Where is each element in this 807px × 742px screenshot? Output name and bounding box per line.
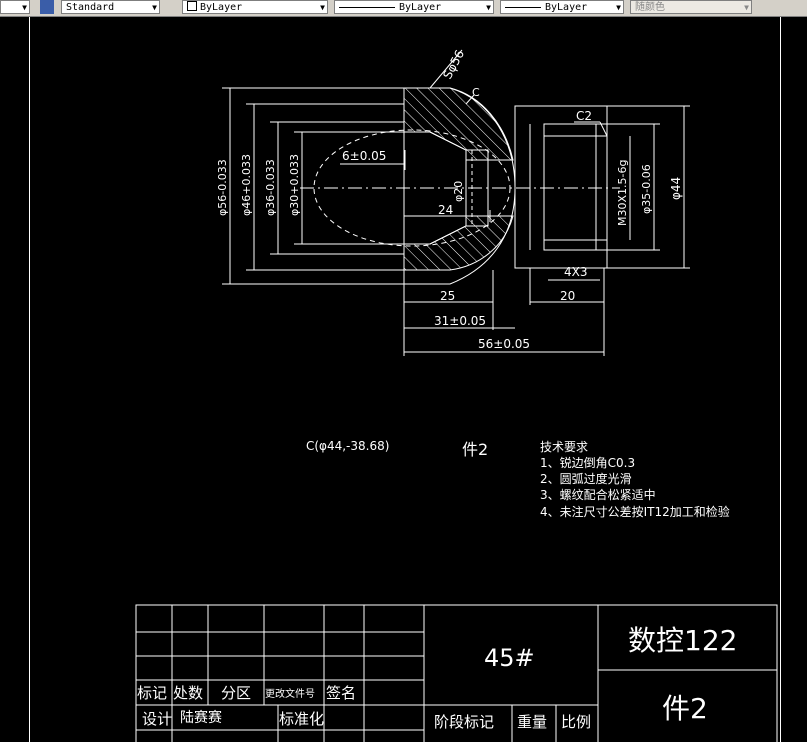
tb-count: 处数	[173, 684, 203, 702]
tb-docno: 更改文件号	[265, 687, 315, 700]
dim-6: 6±0.05	[342, 149, 386, 163]
tb-zone: 分区	[221, 684, 251, 702]
dim-d56: φ56-0.033	[216, 159, 229, 216]
dim-d36: φ36-0.033	[264, 159, 277, 216]
tb-stage-mark: 阶段标记	[434, 713, 494, 731]
tb-sign: 签名	[326, 684, 356, 702]
tb-designer: 陆赛赛	[180, 710, 222, 726]
tb-scale: 比例	[561, 713, 591, 731]
coordinate-label: C(φ44,-38.68)	[306, 439, 389, 453]
dim-20: 20	[560, 289, 575, 303]
dim-chamfer-c: C	[472, 86, 480, 99]
thread-section	[543, 123, 608, 251]
dim-sphere: Sφ56	[440, 48, 467, 82]
drawing-part: 件2	[662, 692, 708, 725]
tb-weight: 重量	[517, 713, 547, 731]
tech-req-item: 4、未注尺寸公差按IT12加工和检验	[540, 504, 730, 519]
drawing-title: 数控122	[628, 624, 737, 657]
tech-req-item: 2、圆弧过度光滑	[540, 471, 632, 486]
dim-24: 24	[438, 203, 453, 217]
dim-d44: φ44	[669, 177, 683, 200]
tech-req-item: 1、锐边倒角C0.3	[540, 456, 635, 470]
dim-4x3: 4X3	[564, 265, 588, 279]
tech-req-item: 3、螺纹配合松紧适中	[540, 487, 656, 502]
dim-d30: φ30+0.033	[288, 154, 301, 216]
dim-d35: φ35-0.06	[640, 164, 653, 214]
dim-25: 25	[440, 289, 455, 303]
dim-d20: φ20	[452, 181, 465, 202]
drawing-canvas[interactable]: Sφ56 C C2 φ56-0.033 φ46+0.033 φ36-0.033 …	[0, 0, 807, 742]
dim-c2: C2	[576, 109, 592, 123]
dim-thread: M30X1.5-6g	[616, 160, 629, 226]
dim-31: 31±0.05	[434, 314, 486, 328]
dim-56: 56±0.05	[478, 337, 530, 351]
material-value: 45#	[484, 644, 535, 672]
section-hatch	[403, 215, 514, 271]
part-label: 件2	[462, 440, 488, 459]
tb-mark: 标记	[137, 684, 167, 702]
dim-d46: φ46+0.033	[240, 154, 253, 216]
tb-design: 设计	[142, 710, 172, 728]
tb-standard: 标准化	[279, 710, 324, 728]
shaft	[514, 105, 608, 269]
tech-req-title: 技术要求	[540, 440, 588, 454]
